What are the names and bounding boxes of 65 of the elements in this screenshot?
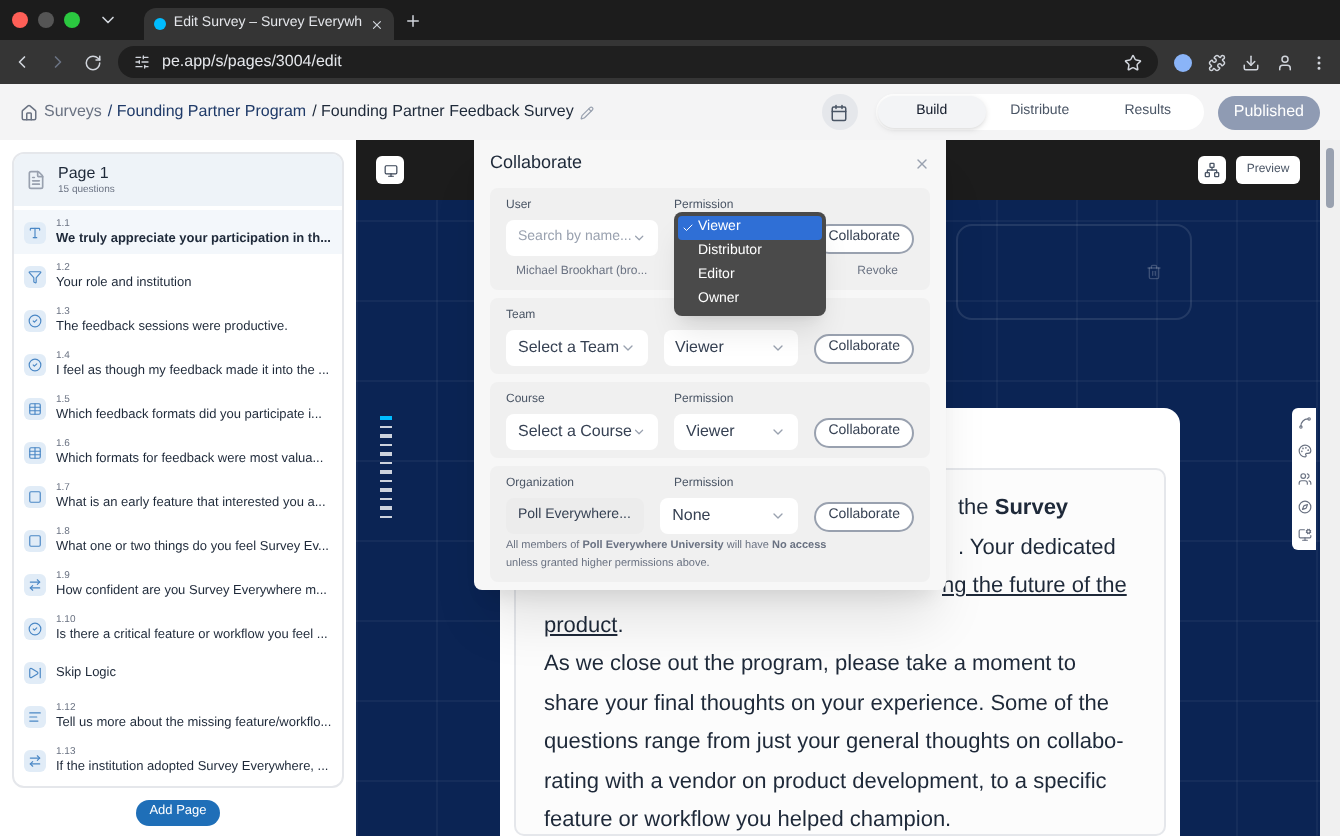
chevron-icon <box>631 424 646 440</box>
compass-icon[interactable] <box>1297 500 1311 514</box>
permission-select[interactable]: Viewer <box>663 330 799 366</box>
arrows-icon <box>24 749 46 771</box>
permission-select[interactable]: Viewer <box>674 414 799 450</box>
chevron-icon <box>770 508 787 524</box>
address-bar[interactable]: pe.app/s/pages/3004/edit <box>118 46 1158 78</box>
paragraph-line: . Your dedicated <box>958 533 1116 563</box>
square-icon <box>24 529 46 551</box>
skip-icon <box>24 661 46 683</box>
paragraph-line: rating with a vendor on product development, to a specific <box>544 767 1107 797</box>
permission-select[interactable]: None <box>660 498 799 534</box>
home-icon <box>20 103 38 121</box>
select-field[interactable]: Select a Course <box>506 414 658 450</box>
square-icon <box>24 485 46 507</box>
breadcrumb-link[interactable]: / Founding Partner Program <box>107 100 307 124</box>
reload-icon[interactable] <box>84 53 102 71</box>
palette-icon[interactable] <box>1297 444 1311 458</box>
lines-icon <box>24 705 46 727</box>
maximize-window-icon[interactable] <box>64 12 80 28</box>
sidebar-toggle-button[interactable] <box>376 156 404 184</box>
check-icon <box>682 222 694 234</box>
paragraph-line: As we close out the program, please take a moment to <box>544 650 1076 680</box>
new-tab-icon[interactable] <box>404 11 422 29</box>
close-window-icon[interactable] <box>12 12 28 28</box>
users-icon[interactable] <box>1297 472 1311 486</box>
chevron-icon <box>770 340 787 356</box>
table-icon <box>24 397 46 419</box>
chevron-icon <box>619 340 636 356</box>
dialog-title: Collaborate <box>490 150 583 177</box>
check-circle-icon <box>24 309 46 331</box>
arrows-icon <box>24 573 46 595</box>
paragraph-line: questions range from just your general thoughts on collabo- <box>544 728 1124 758</box>
bookmark-icon[interactable] <box>1124 53 1142 71</box>
screen-settings-icon[interactable] <box>1297 528 1311 542</box>
paragraph-line: ng the future of the <box>942 572 1127 602</box>
table-icon <box>24 441 46 463</box>
extension-icon[interactable] <box>1174 53 1192 71</box>
profile-icon[interactable] <box>1276 53 1294 71</box>
text-icon <box>24 221 46 243</box>
site-icon <box>154 18 166 30</box>
calendar-icon <box>830 103 849 121</box>
paragraph-line: share your final thoughts on your experience. Some of the <box>544 689 1110 719</box>
trash-icon <box>1146 264 1162 280</box>
breadcrumb-link[interactable]: Surveys <box>44 100 102 124</box>
filter-icon <box>24 265 46 287</box>
chevron-icon <box>631 230 646 246</box>
calendar-button[interactable] <box>821 94 858 130</box>
paragraph-line: product. <box>544 611 624 641</box>
download-icon[interactable] <box>1242 53 1260 71</box>
monitor-icon <box>383 163 397 177</box>
check-circle-icon <box>24 353 46 375</box>
extensions-icon[interactable] <box>1208 53 1226 71</box>
site-settings-icon[interactable] <box>134 54 150 70</box>
page-title: Page 1 <box>58 163 109 182</box>
page-icon <box>26 170 46 190</box>
paragraph-line: feature or workflow you helped champion. <box>544 806 952 836</box>
path-icon[interactable] <box>1297 416 1311 430</box>
select-field[interactable]: Select a Team <box>506 330 648 366</box>
check-circle-icon <box>24 617 46 639</box>
paragraph-line: the Survey <box>958 494 1069 524</box>
tree-button[interactable] <box>1198 156 1226 184</box>
close-icon[interactable] <box>370 17 384 31</box>
chevron-icon <box>770 424 787 440</box>
progress-ticks-drawing <box>380 416 392 518</box>
